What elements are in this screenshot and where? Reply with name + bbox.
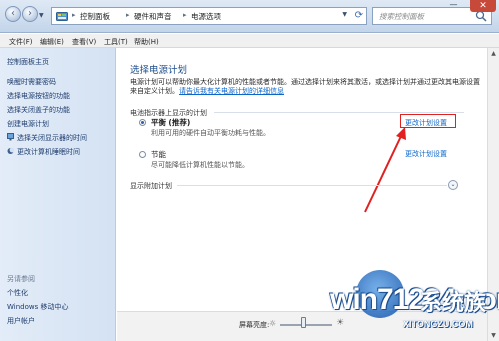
monitor-icon: [7, 133, 14, 141]
address-bar[interactable]: ▸ 控制面板 ▸ 硬件和声音 ▸ 电源选项 ▼ ⟳: [51, 7, 367, 25]
brightness-label: 屏幕亮度:: [239, 321, 270, 329]
minimize-button[interactable]: —: [446, 0, 461, 10]
dim-sun-icon: ☼: [269, 319, 277, 328]
close-button[interactable]: ✕: [470, 0, 496, 12]
power-saver-plan-name[interactable]: 节能: [151, 149, 166, 160]
sidebar-item-display-off-time[interactable]: 选择关闭显示器的时间: [17, 133, 87, 143]
scroll-down-icon[interactable]: ▼: [488, 330, 499, 341]
annotation-arrow: [364, 127, 406, 213]
sidebar-item-sleep-time[interactable]: 更改计算机睡眠时间: [17, 147, 80, 157]
power-saver-plan-desc: 尽可能降低计算机性能以节能。: [151, 161, 249, 169]
divider: [177, 185, 447, 186]
page-title: 选择电源计划: [130, 65, 188, 76]
back-button[interactable]: ‹: [5, 6, 21, 22]
menu-file[interactable]: 文件(F): [9, 37, 33, 47]
menu-edit[interactable]: 编辑(E): [40, 37, 64, 47]
sidebar-item-control-panel-home[interactable]: 控制面板主页: [7, 57, 49, 67]
show-additional-plans-heading[interactable]: 显示附加计划: [130, 181, 172, 191]
watermark-brand: 系统族: [420, 291, 487, 316]
recommended-tag: (推荐): [168, 118, 191, 127]
address-dropdown-icon[interactable]: ▼: [342, 11, 347, 18]
sidebar-item-power-button[interactable]: 选择电源按钮的功能: [7, 91, 70, 101]
breadcrumb-power-options[interactable]: 电源选项: [191, 11, 221, 22]
menu-help[interactable]: 帮助(H): [134, 37, 159, 47]
left-nav-pane: 控制面板主页 唤醒时需要密码 选择电源按钮的功能 选择关闭盖子的功能 创建电源计…: [0, 48, 116, 341]
balanced-plan-desc: 利用可用的硬件自动平衡功耗与性能。: [151, 129, 270, 137]
power-plans-info-link[interactable]: 请告诉我有关电源计划的详细信息: [179, 87, 284, 95]
menu-view[interactable]: 查看(V): [72, 37, 96, 47]
see-also-heading: 另请参阅: [7, 275, 35, 283]
breadcrumb-hardware-sound[interactable]: 硬件和声音: [134, 11, 172, 22]
refresh-icon[interactable]: ⟳: [355, 10, 363, 21]
breadcrumb-control-panel[interactable]: 控制面板: [80, 11, 110, 22]
balanced-plan-name[interactable]: 平衡 (推荐): [151, 117, 190, 128]
sidebar-item-personalization[interactable]: 个性化: [7, 288, 28, 298]
bright-sun-icon: ☀: [336, 318, 345, 328]
breadcrumb-separator-icon: ▸: [183, 11, 187, 19]
description-prefix: 来自定义计划。: [130, 87, 179, 95]
control-panel-icon: [56, 12, 68, 21]
description-line-2: 来自定义计划。请告诉我有关电源计划的详细信息: [130, 86, 284, 96]
watermark-url: XITONGZU.COM: [403, 319, 473, 329]
forward-button[interactable]: ›: [22, 6, 38, 22]
sidebar-item-mobility-center[interactable]: Windows 移动中心: [7, 302, 68, 312]
sidebar-item-create-plan[interactable]: 创建电源计划: [7, 119, 49, 129]
power-saver-plan-radio[interactable]: [139, 151, 146, 158]
balanced-plan-title: 平衡: [151, 118, 166, 127]
brightness-slider-thumb[interactable]: [301, 317, 307, 328]
breadcrumb-separator-icon: ▸: [72, 11, 76, 19]
expand-chevron-icon[interactable]: ⌄: [448, 180, 458, 190]
breadcrumb-separator-icon: ▸: [126, 11, 130, 19]
menu-tools[interactable]: 工具(T): [104, 37, 128, 47]
moon-icon: [7, 147, 14, 154]
balanced-plan-radio[interactable]: [139, 119, 146, 126]
sidebar-item-require-password[interactable]: 唤醒时需要密码: [7, 77, 56, 87]
recent-pages-dropdown-icon[interactable]: ▼: [39, 12, 47, 20]
sidebar-item-lid-close[interactable]: 选择关闭盖子的功能: [7, 105, 70, 115]
address-bar-area: ‹ › ▼ ▸ 控制面板 ▸ 硬件和声音 ▸ 电源选项 ▼ ⟳ 搜索控制面板 —…: [0, 0, 499, 33]
sidebar-item-user-accounts[interactable]: 用户帐户: [7, 316, 35, 326]
search-placeholder: 搜索控制面板: [379, 12, 424, 21]
divider: [214, 112, 464, 113]
menu-bar: 文件(F) 编辑(E) 查看(V) 工具(T) 帮助(H): [0, 34, 499, 48]
scroll-up-icon[interactable]: ▲: [488, 48, 499, 59]
